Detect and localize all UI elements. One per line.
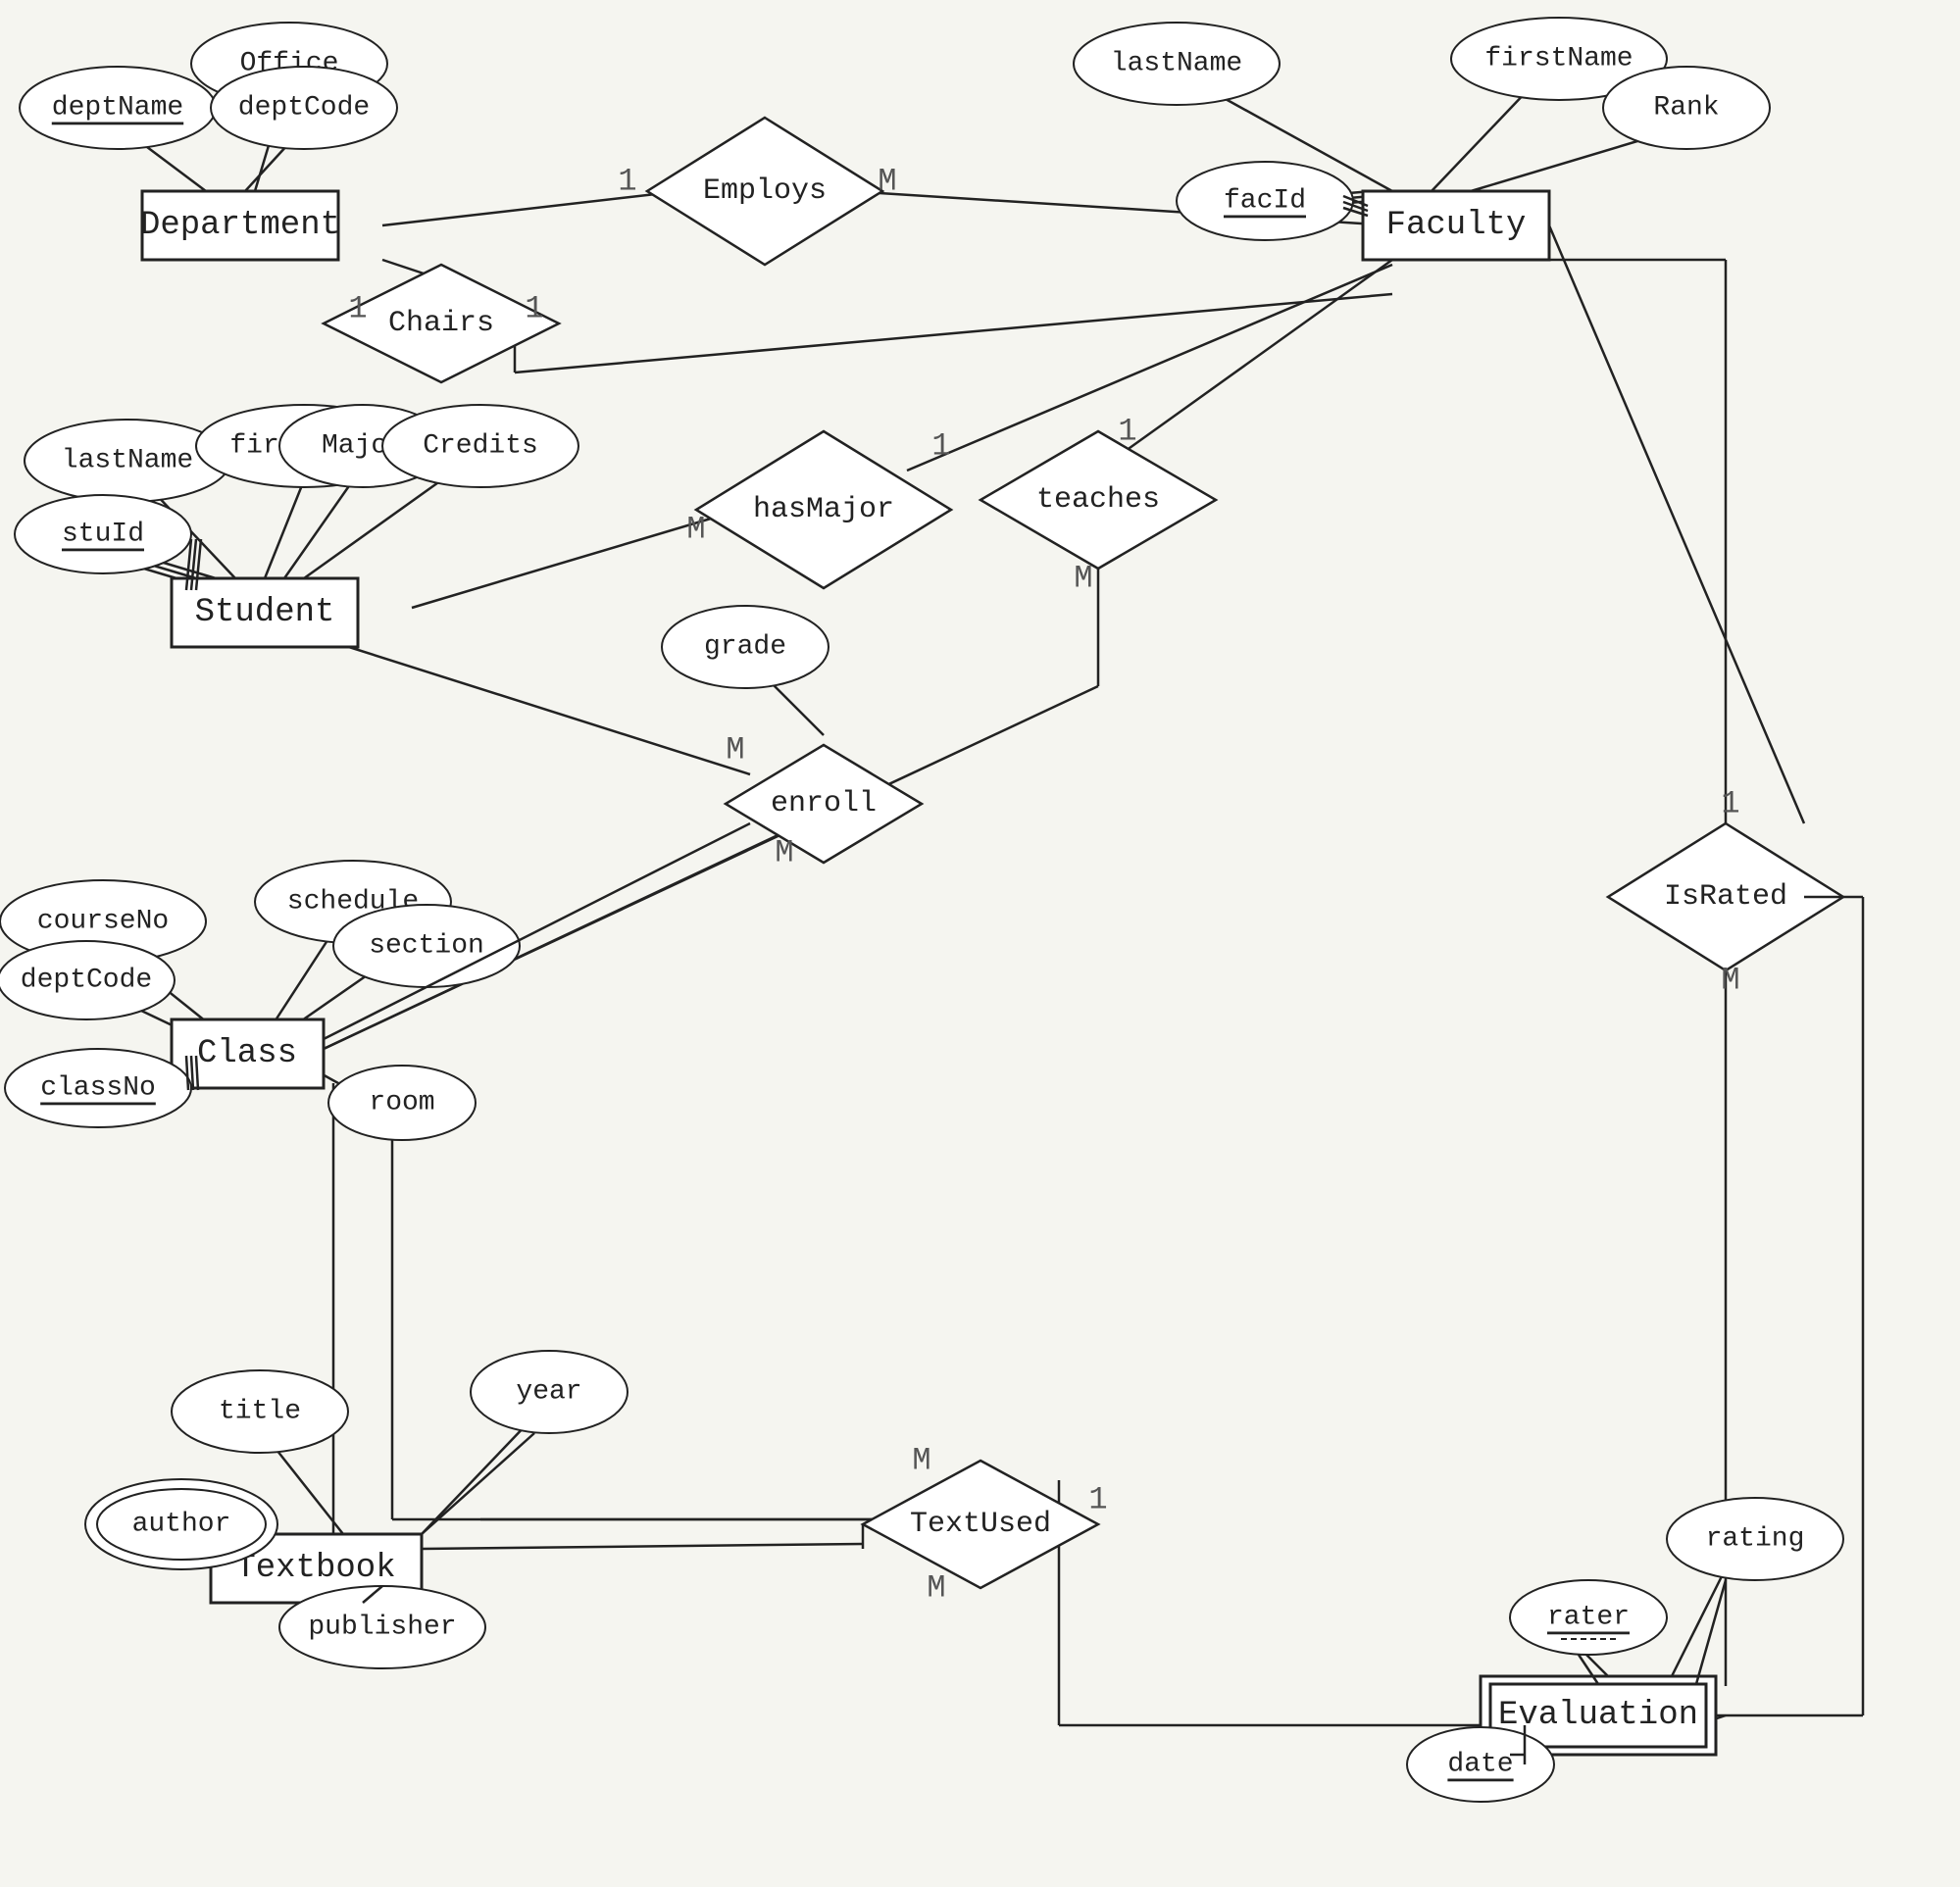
attr-year-label: year (516, 1377, 581, 1408)
rel-teaches-label: teaches (1036, 483, 1160, 517)
card-teaches-m: M (1074, 561, 1092, 597)
card-chairs-dept: 1 (348, 291, 367, 327)
attr-credits-label: Credits (423, 431, 538, 462)
card-enroll-class: M (775, 835, 793, 871)
rel-chairs-label: Chairs (388, 307, 494, 340)
card-employs-m: M (878, 164, 896, 200)
attr-publisher-label: publisher (308, 1613, 456, 1643)
rel-enroll-label: enroll (771, 787, 877, 820)
attr-grade-label: grade (704, 632, 786, 663)
card-enroll-student: M (726, 732, 744, 769)
card-israted-1: 1 (1721, 786, 1739, 822)
rel-israted-label: IsRated (1664, 880, 1787, 914)
attr-deptname-label: deptName (52, 93, 183, 124)
attr-faculty-lastname-label: lastName (1111, 49, 1242, 79)
entity-evaluation-label: Evaluation (1498, 1697, 1698, 1734)
attr-class-deptcode-label: deptCode (21, 966, 152, 996)
attr-faculty-firstname-label: firstName (1484, 44, 1633, 74)
entity-student-label: Student (195, 594, 335, 631)
card-hasmajor-m: M (686, 512, 705, 548)
entity-department-label: Department (140, 207, 340, 244)
attr-classno-label: classNo (40, 1073, 156, 1104)
attr-stuid-label: stuId (62, 520, 144, 550)
card-employs-1: 1 (618, 164, 636, 200)
card-teaches-1: 1 (1118, 414, 1136, 450)
attr-section-label: section (369, 931, 484, 962)
card-chairs-fac: 1 (525, 291, 543, 327)
card-hasmajor-1: 1 (931, 428, 950, 465)
attr-date-label: date (1447, 1750, 1513, 1780)
attr-deptcode-dept-label: deptCode (238, 93, 370, 124)
attr-student-lastname-label: lastName (62, 446, 193, 476)
attr-rating-label: rating (1706, 1524, 1805, 1555)
attr-rank-label: Rank (1653, 93, 1719, 124)
attr-room-label: room (369, 1088, 434, 1118)
entity-faculty-label: Faculty (1386, 207, 1527, 244)
rel-employs-label: Employs (703, 174, 827, 208)
rel-textused-label: TextUsed (910, 1508, 1051, 1541)
attr-author-label: author (132, 1510, 231, 1540)
card-israted-m: M (1721, 963, 1739, 999)
rel-hasmajor-label: hasMajor (753, 493, 894, 526)
attr-courseno-label: courseNo (37, 907, 169, 937)
card-textused-1: 1 (1088, 1482, 1107, 1518)
attr-rater-label: rater (1547, 1603, 1630, 1633)
card-textused-eval: M (927, 1570, 945, 1607)
attr-facid-label: facId (1224, 186, 1306, 217)
card-textused-class: M (912, 1443, 930, 1479)
entity-class-label: Class (197, 1035, 297, 1072)
entity-textbook-label: Textbook (235, 1550, 395, 1587)
attr-title-label: title (219, 1397, 301, 1427)
